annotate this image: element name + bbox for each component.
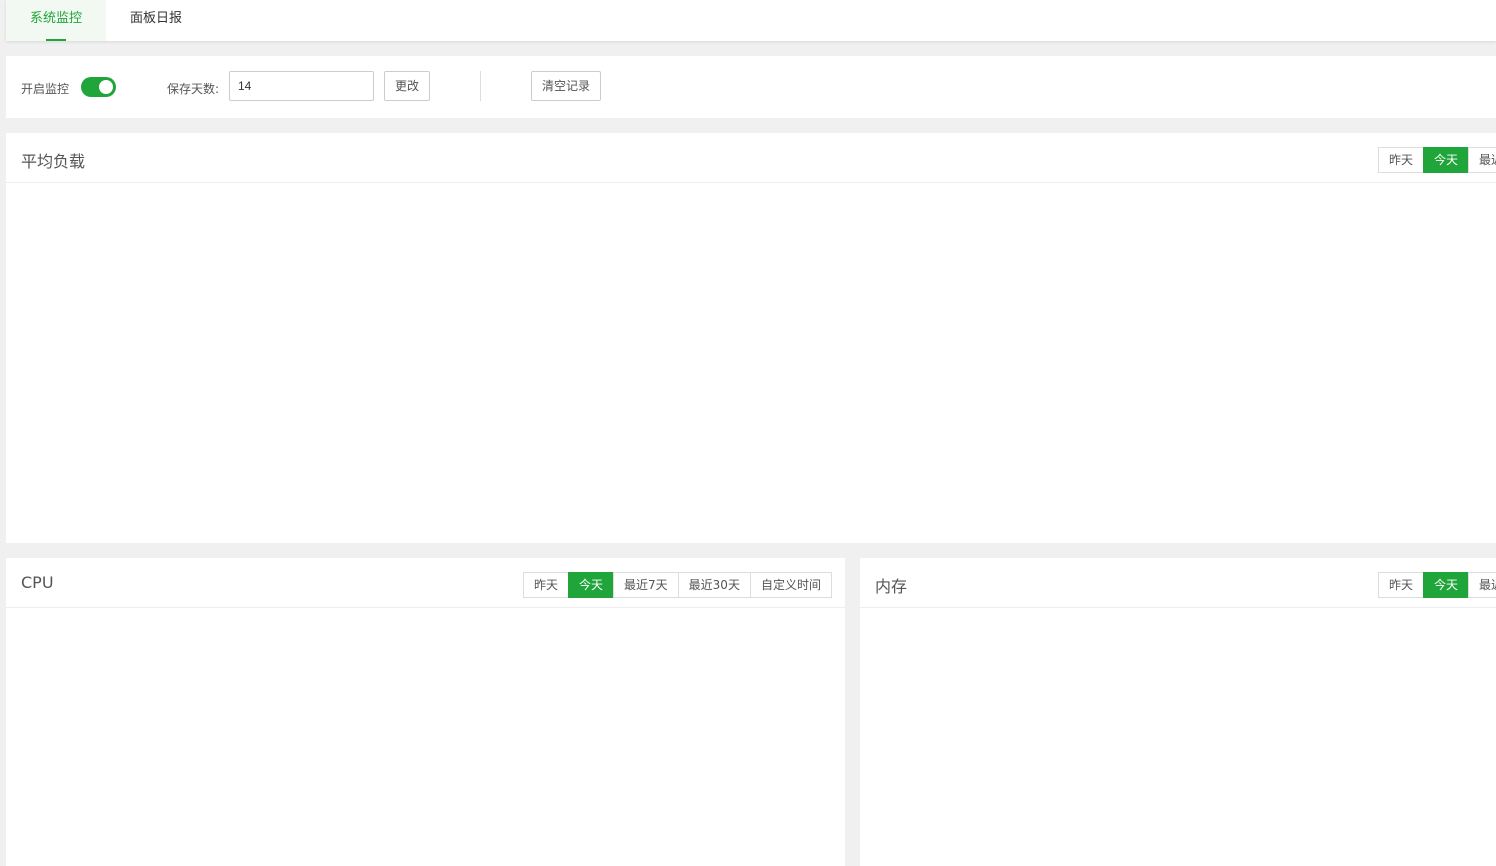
panel-header: 平均负载 昨天今天最近7天最近30天自定义时间 <box>6 133 1496 183</box>
range-last-7-days-button[interactable]: 最近7天 <box>1468 572 1496 598</box>
range-last-7-days-button[interactable]: 最近7天 <box>1468 147 1496 173</box>
monitor-toggle-label: 开启监控 <box>21 82 70 96</box>
retention-days-input[interactable] <box>229 71 374 101</box>
panel-header: 内存 昨天今天最近7天最近30天自定义时间 <box>860 558 1496 608</box>
tab-panel-daily-report[interactable]: 面板日报 <box>106 0 206 41</box>
range-yesterday-button[interactable]: 昨天 <box>1378 572 1425 598</box>
load-average-panel: 平均负载 昨天今天最近7天最近30天自定义时间 <box>6 133 1496 543</box>
time-range-selector: 昨天今天最近7天最近30天自定义时间 <box>523 572 832 598</box>
range-yesterday-button[interactable]: 昨天 <box>1378 147 1425 173</box>
panel-title: CPU <box>21 573 54 592</box>
cpu-panel: CPU 昨天 今天 最近7天 最近30天 自定义时间 <box>6 558 845 866</box>
panel-header: CPU 昨天 今天 最近7天 最近30天 自定义时间 <box>6 558 845 608</box>
range-yesterday-button[interactable]: 昨天 <box>523 572 570 598</box>
panel-title: 内存 <box>875 577 908 596</box>
monitor-settings-bar: 开启监控 保存天数: 更改 清空记录 <box>6 56 1496 118</box>
tab-system-monitor[interactable]: 系统监控 <box>6 0 106 41</box>
range-last-30-days-button[interactable]: 最近30天 <box>677 572 751 598</box>
update-button[interactable]: 更改 <box>384 71 430 101</box>
range-today-button[interactable]: 今天 <box>1423 147 1470 173</box>
toolbar-divider <box>480 71 481 101</box>
range-today-button[interactable]: 今天 <box>1423 572 1470 598</box>
memory-panel: 内存 昨天今天最近7天最近30天自定义时间 <box>860 558 1496 866</box>
range-last-7-days-button[interactable]: 最近7天 <box>613 572 679 598</box>
range-custom-time-button[interactable]: 自定义时间 <box>749 572 832 598</box>
time-range-selector: 昨天今天最近7天最近30天自定义时间 <box>1378 147 1496 173</box>
load-chart-area <box>6 184 1496 543</box>
toggle-knob <box>99 80 113 94</box>
panel-title: 平均负载 <box>21 152 86 171</box>
cpu-chart-area <box>6 609 845 866</box>
memory-chart-area <box>860 609 1496 866</box>
range-today-button[interactable]: 今天 <box>568 572 615 598</box>
retention-days-label: 保存天数: <box>167 82 220 96</box>
clear-records-button[interactable]: 清空记录 <box>531 71 601 101</box>
time-range-selector: 昨天今天最近7天最近30天自定义时间 <box>1378 572 1496 598</box>
top-tab-bar: 系统监控 面板日报 <box>6 0 1496 41</box>
monitor-toggle-switch[interactable] <box>81 77 116 97</box>
